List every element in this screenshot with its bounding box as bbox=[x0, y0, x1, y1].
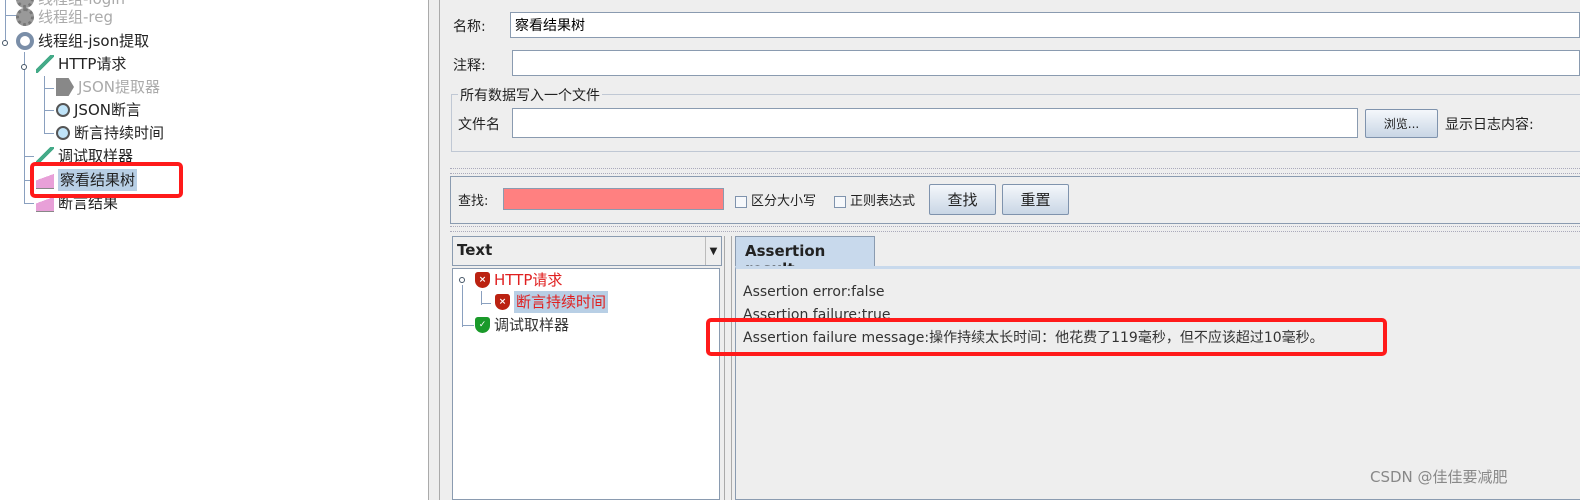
magnifier-icon bbox=[56, 103, 70, 117]
magnifier-icon bbox=[56, 126, 70, 140]
tree-node[interactable]: 断言持续时间 bbox=[56, 122, 164, 144]
tree-node[interactable]: 线程组-reg bbox=[16, 6, 113, 28]
filename-field[interactable] bbox=[512, 108, 1358, 138]
split-pane-divider[interactable] bbox=[724, 236, 732, 500]
results-tree: × HTTP请求 × 断言持续时间 ✓ 调试取样器 bbox=[452, 268, 720, 500]
splitter[interactable] bbox=[450, 226, 1580, 232]
log-label: 显示日志内容: bbox=[1445, 117, 1534, 133]
assertion-error-text: Assertion error:false bbox=[743, 284, 885, 300]
group-title: 所有数据写入一个文件 bbox=[458, 85, 602, 105]
watermark: CSDN @佳佳要减肥 bbox=[1370, 468, 1508, 486]
comment-label: 注释: bbox=[453, 58, 486, 74]
tree-node[interactable]: HTTP请求 bbox=[36, 53, 126, 75]
reset-button[interactable]: 重置 bbox=[1002, 184, 1069, 215]
result-item[interactable]: ✓ 调试取样器 bbox=[475, 314, 569, 336]
gear-icon bbox=[16, 32, 34, 50]
search-input[interactable] bbox=[503, 188, 724, 210]
dropper-icon bbox=[36, 55, 54, 73]
gear-icon bbox=[16, 8, 34, 26]
result-item[interactable]: × HTTP请求 bbox=[475, 269, 562, 291]
file-label: 文件名 bbox=[458, 117, 500, 133]
regex-checkbox[interactable]: 正则表达式 bbox=[834, 190, 915, 209]
fail-shield-icon: × bbox=[475, 272, 490, 288]
comment-field[interactable] bbox=[512, 50, 1580, 76]
splitter[interactable] bbox=[450, 168, 1580, 174]
fail-shield-icon: × bbox=[495, 294, 510, 310]
tab-assertion-result[interactable]: Assertion result bbox=[735, 236, 875, 278]
annotation-box bbox=[706, 318, 1387, 356]
chevron-down-icon: ▼ bbox=[705, 237, 721, 265]
case-sensitive-checkbox[interactable]: 区分大小写 bbox=[735, 190, 816, 209]
test-plan-tree: 线程组-login 线程组-reg 线程组-json提取 HTTP请求 JSON… bbox=[0, 0, 428, 500]
renderer-select[interactable]: Text ▼ bbox=[452, 236, 722, 266]
assertion-result-panel: Assertion error:false Assertion failure:… bbox=[735, 266, 1580, 500]
name-label: 名称: bbox=[453, 19, 486, 35]
tree-node[interactable]: JSON提取器 bbox=[56, 76, 160, 98]
name-field[interactable] bbox=[510, 12, 1580, 38]
tree-node[interactable]: JSON断言 bbox=[56, 99, 141, 121]
find-button[interactable]: 查找 bbox=[929, 184, 996, 215]
result-item-selected[interactable]: × 断言持续时间 bbox=[495, 291, 609, 313]
split-pane-divider[interactable] bbox=[428, 0, 440, 500]
search-label: 查找: bbox=[458, 194, 489, 209]
browse-button[interactable]: 浏览... bbox=[1365, 109, 1438, 138]
tree-node[interactable]: 线程组-json提取 bbox=[16, 30, 149, 52]
annotation-box bbox=[30, 162, 183, 198]
pass-shield-icon: ✓ bbox=[475, 317, 490, 333]
extractor-icon bbox=[56, 78, 74, 96]
